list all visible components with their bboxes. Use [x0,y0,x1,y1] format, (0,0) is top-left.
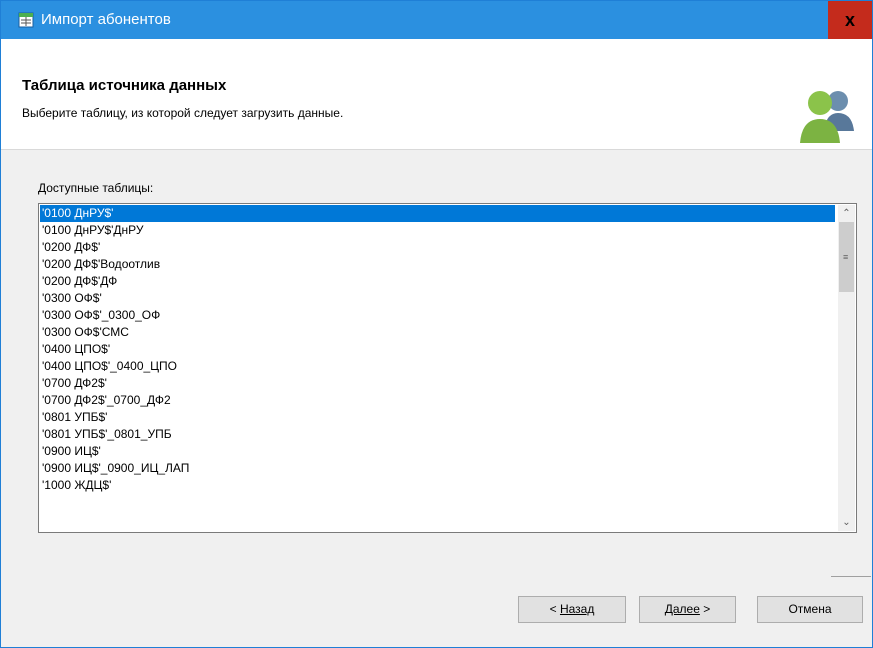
import-subscribers-dialog: Импорт абонентов x Таблица источника дан… [0,0,873,648]
scroll-thumb[interactable]: ≡ [839,222,854,292]
cancel-button[interactable]: Отмена [757,596,863,623]
title-bar[interactable]: Импорт абонентов x [1,1,872,39]
app-icon [18,12,34,28]
next-button[interactable]: Далее > [639,596,736,623]
back-label: Назад [559,602,595,616]
separator [831,576,871,577]
wizard-header: Таблица источника данных Выберите таблиц… [1,39,872,150]
list-item[interactable]: '0801 УПБ$'_0801_УПБ [40,426,835,443]
tables-list: '0100 ДнРУ$' '0100 ДнРУ$'ДнРУ '0200 ДФ$' '0… [40,205,835,494]
list-item[interactable]: '0700 ДФ2$'_0700_ДФ2 [40,392,835,409]
list-item[interactable]: '0801 УПБ$' [40,409,835,426]
cancel-label: Отмена [788,602,832,616]
tables-listbox[interactable]: '0100 ДнРУ$' '0100 ДнРУ$'ДнРУ '0200 ДФ$' '0… [38,203,857,533]
list-item[interactable]: '0400 ЦПО$'_0400_ЦПО [40,358,835,375]
list-item[interactable]: '1000 ЖДЦ$' [40,477,835,494]
list-item[interactable]: '0300 ОФ$'_0300_ОФ [40,307,835,324]
scroll-down-icon[interactable]: ⌄ [838,514,855,531]
back-button[interactable]: < Назад [518,596,626,623]
list-item[interactable]: '0100 ДнРУ$'ДнРУ [40,222,835,239]
window-title: Импорт абонентов [41,11,171,28]
list-item[interactable]: '0200 ДФ$' [40,239,835,256]
close-button[interactable]: x [828,1,872,39]
list-item[interactable]: '0900 ИЦ$' [40,443,835,460]
list-item[interactable]: '0900 ИЦ$'_0900_ИЦ_ЛАП [40,460,835,477]
next-suffix: > [699,602,711,616]
list-item[interactable]: '0700 ДФ2$' [40,375,835,392]
users-icon [800,91,854,143]
back-prefix: < [549,602,560,616]
page-subtitle: Выберите таблицу, из которой следует заг… [22,106,344,120]
list-item[interactable]: '0200 ДФ$'ДФ [40,273,835,290]
list-item[interactable]: '0100 ДнРУ$' [40,205,835,222]
list-item[interactable]: '0400 ЦПО$' [40,341,835,358]
vertical-scrollbar[interactable]: ⌃ ≡ ⌄ [838,205,855,531]
grip-icon: ≡ [843,252,849,262]
scroll-up-icon[interactable]: ⌃ [838,205,855,222]
page-title: Таблица источника данных [22,77,227,94]
close-icon: x [844,10,855,30]
list-item[interactable]: '0200 ДФ$'Водоотлив [40,256,835,273]
list-item[interactable]: '0300 ОФ$'СМС [40,324,835,341]
available-tables-label: Доступные таблицы: [38,181,154,195]
next-label: Далее [664,602,700,616]
list-item[interactable]: '0300 ОФ$' [40,290,835,307]
